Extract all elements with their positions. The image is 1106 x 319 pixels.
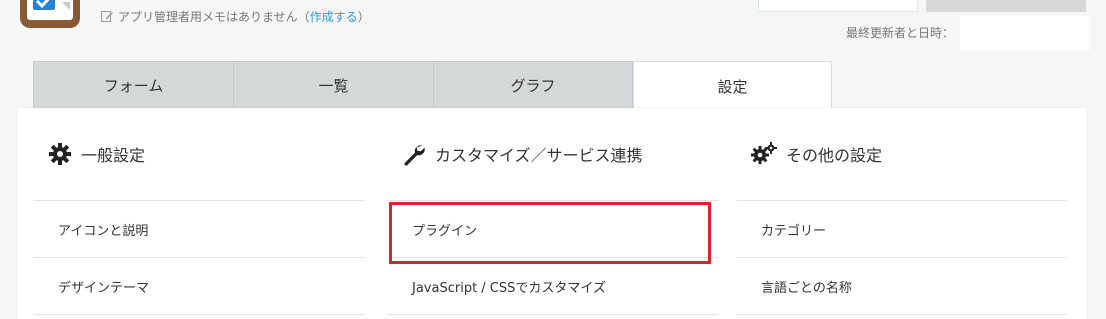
memo-paren-close: ）: [357, 9, 370, 24]
section-title: カスタマイズ／サービス連携: [435, 146, 643, 165]
wrench-icon: [404, 145, 425, 166]
section-header: その他の設定: [737, 108, 1067, 201]
gear-icon: [49, 143, 71, 165]
design-theme-link[interactable]: デザインテーマ: [34, 258, 364, 315]
general-settings-section: 一般設定 アイコンと説明 デザインテーマ: [34, 108, 364, 315]
section-header: 一般設定: [34, 108, 364, 201]
tab-label: 設定: [717, 77, 748, 96]
gears-icon: [751, 142, 777, 164]
item-label: カテゴリー: [761, 223, 827, 239]
item-label: アイコンと説明: [58, 223, 149, 239]
section-header: カスタマイズ／サービス連携: [388, 108, 718, 201]
item-label: 言語ごとの名称: [761, 280, 852, 296]
item-label: JavaScript / CSSでカスタマイズ: [412, 280, 607, 296]
header-field[interactable]: [758, 0, 918, 12]
tab-graph[interactable]: グラフ: [433, 61, 633, 109]
item-label: デザインテーマ: [58, 280, 150, 296]
section-title: その他の設定: [786, 146, 883, 165]
localized-name-link[interactable]: 言語ごとの名称: [737, 258, 1067, 315]
customize-section: カスタマイズ／サービス連携 プラグイン JavaScript / CSSでカスタ…: [388, 108, 718, 315]
app-settings-page: アプリ管理者用メモはありません （ 作成する ） 最終更新者と日時： フォーム …: [0, 0, 1106, 319]
memo-paren-open: （: [297, 9, 310, 24]
tab-label: グラフ: [510, 76, 556, 95]
create-memo-link[interactable]: 作成する: [310, 8, 358, 25]
checkbox-icon: [33, 0, 70, 10]
icon-and-description-link[interactable]: アイコンと説明: [34, 201, 364, 258]
plugin-link[interactable]: プラグイン: [388, 201, 718, 258]
section-title: 一般設定: [81, 146, 146, 165]
last-updated-value: [960, 16, 1090, 50]
memo-edit-icon: [101, 11, 113, 22]
last-updated-label: 最終更新者と日時：: [846, 26, 955, 40]
admin-memo: アプリ管理者用メモはありません （ 作成する ）: [100, 7, 370, 25]
tab-label: フォーム: [103, 76, 164, 95]
category-link[interactable]: カテゴリー: [737, 201, 1067, 258]
tab-form[interactable]: フォーム: [33, 61, 233, 109]
app-icon: [20, 0, 80, 28]
tab-settings[interactable]: 設定: [633, 61, 832, 110]
tab-label: 一覧: [318, 76, 349, 95]
tab-list[interactable]: 一覧: [233, 61, 433, 109]
app-tabs: フォーム 一覧 グラフ 設定: [33, 61, 832, 110]
other-settings-section: その他の設定 カテゴリー 言語ごとの名称: [737, 108, 1067, 315]
settings-panel: 一般設定 アイコンと説明 デザインテーマ カスタマイズ／サービス連携 プラグイン…: [17, 108, 1087, 319]
js-css-customize-link[interactable]: JavaScript / CSSでカスタマイズ: [388, 258, 718, 315]
item-label: プラグイン: [412, 223, 478, 239]
header-button[interactable]: [926, 0, 1086, 12]
memo-text: アプリ管理者用メモはありません: [118, 9, 298, 24]
